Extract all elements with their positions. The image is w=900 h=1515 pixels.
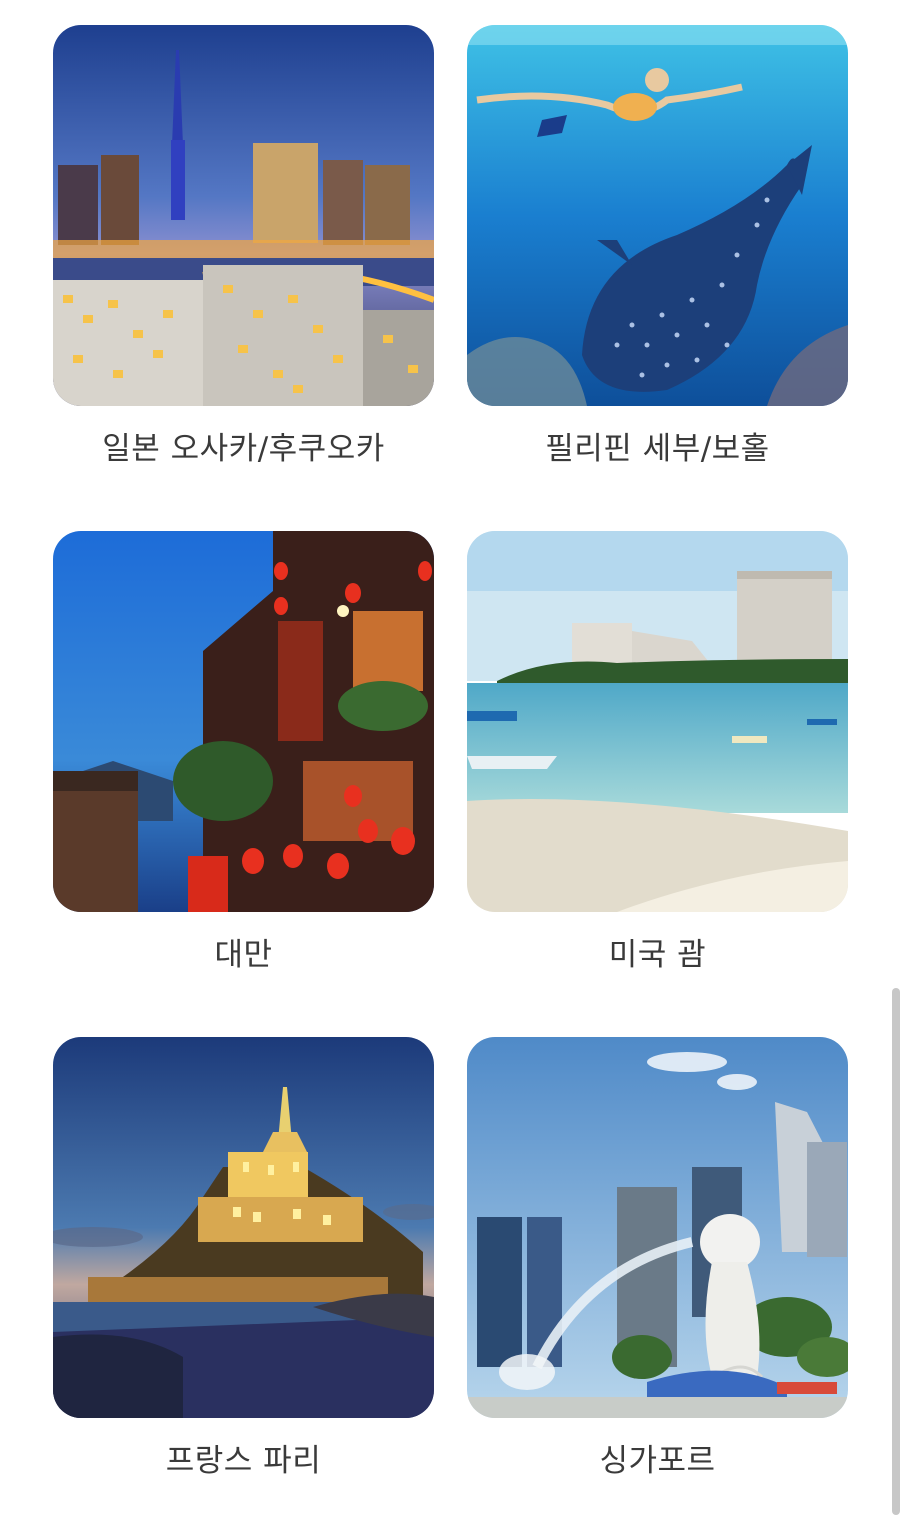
destination-image-taiwan — [53, 531, 434, 912]
destination-card-japan[interactable]: 일본 오사카/후쿠오카 — [53, 25, 434, 531]
destination-image-singapore — [467, 1037, 848, 1418]
destination-image-japan — [53, 25, 434, 406]
destination-card-guam[interactable]: 미국 괌 — [467, 531, 848, 1037]
destination-card-philippines[interactable]: 필리핀 세부/보홀 — [467, 25, 848, 531]
destination-label-taiwan: 대만 — [214, 937, 273, 973]
destination-image-philippines — [467, 25, 848, 406]
page: 일본 오사카/후쿠오카 필리핀 세부/보홀 대만 미국 괌 프랑스 파리 싱가포… — [0, 0, 900, 1515]
destination-label-singapore: 싱가포르 — [599, 1443, 716, 1479]
destination-grid: 일본 오사카/후쿠오카 필리핀 세부/보홀 대만 미국 괌 프랑스 파리 싱가포… — [53, 25, 848, 1515]
destination-card-france[interactable]: 프랑스 파리 — [53, 1037, 434, 1515]
destination-label-japan: 일본 오사카/후쿠오카 — [102, 431, 385, 467]
destination-label-guam: 미국 괌 — [608, 937, 707, 973]
destination-card-taiwan[interactable]: 대만 — [53, 531, 434, 1037]
destination-image-france — [53, 1037, 434, 1418]
destination-image-guam — [467, 531, 848, 912]
destination-label-france: 프랑스 파리 — [165, 1443, 322, 1479]
destination-label-philippines: 필리핀 세부/보홀 — [545, 431, 770, 467]
vertical-scrollbar[interactable] — [892, 988, 900, 1515]
destination-card-singapore[interactable]: 싱가포르 — [467, 1037, 848, 1515]
